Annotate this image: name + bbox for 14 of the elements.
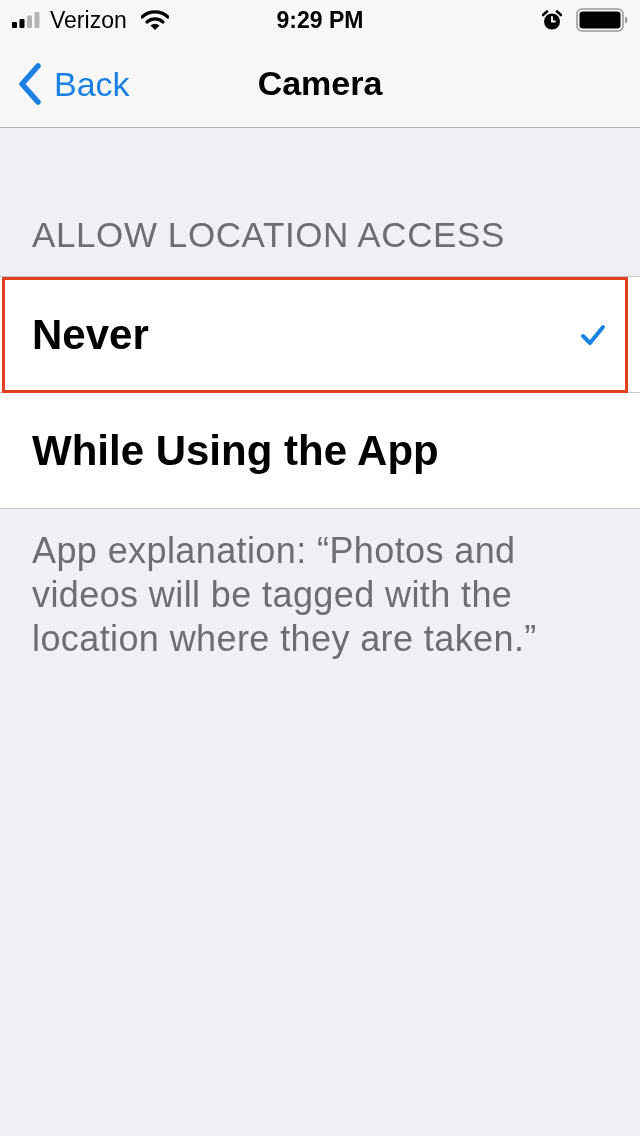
checkmark-icon [580,323,606,346]
status-time: 9:29 PM [276,6,364,34]
chevron-left-icon [18,62,42,105]
alarm-clock-icon [542,10,562,30]
carrier-name: Verizon [50,6,127,34]
explanation-text: App explanation: “Photos and videos will be tagged with the location where they are taken.” [31,529,538,661]
option-row[interactable]: While Using the App [0,393,640,508]
screen-title: Camera [257,64,383,103]
option-row[interactable]: Never [0,277,640,393]
wifi-icon [140,10,169,30]
signal-icon [12,12,40,28]
back-button[interactable]: Back [18,62,130,105]
section-header: ALLOW LOCATION ACCESS [31,214,506,256]
battery-icon [576,8,628,32]
